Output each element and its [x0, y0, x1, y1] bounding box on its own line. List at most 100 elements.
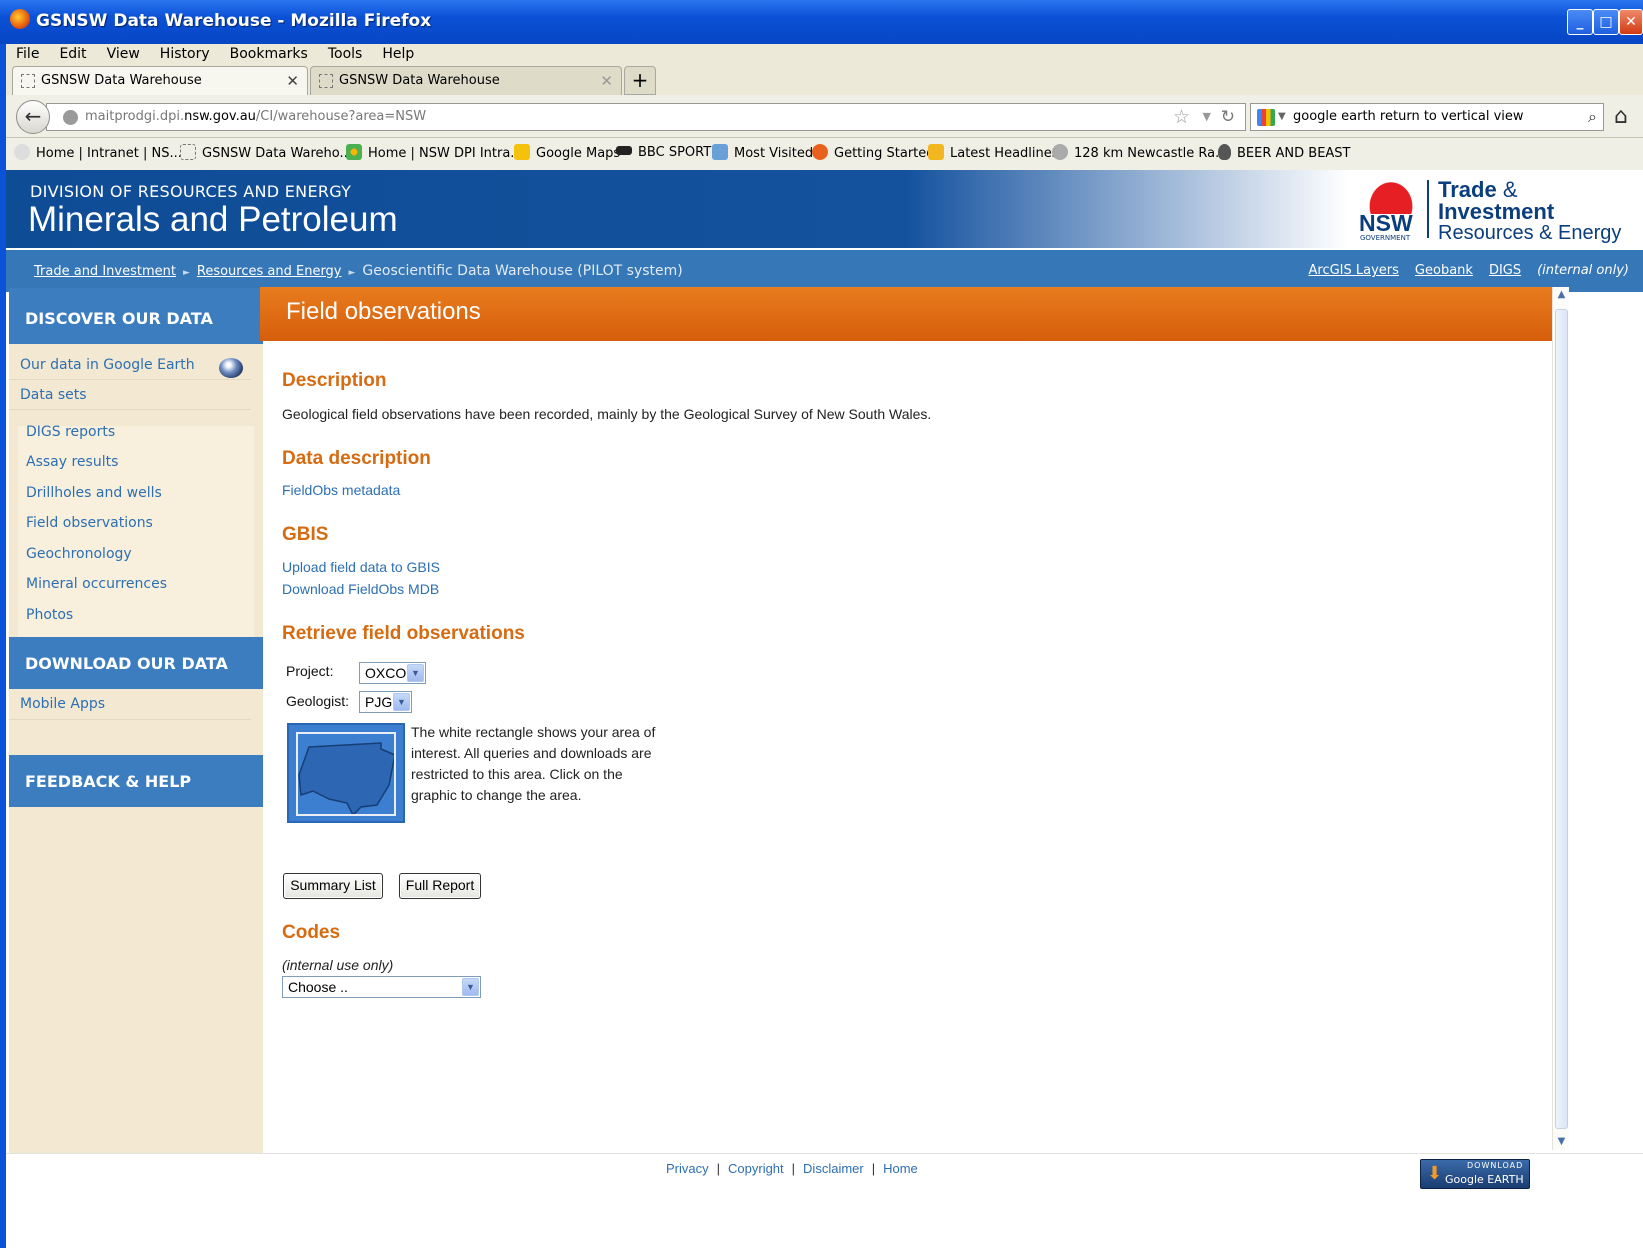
geobank-link[interactable]: Geobank — [1415, 263, 1473, 278]
upload-gbis-link[interactable]: Upload field data to GBIS — [282, 559, 440, 575]
browser-window: GSNSW Data Warehouse - Mozilla Firefox _… — [0, 0, 1643, 1248]
sidebar-item-mobile-apps[interactable]: Mobile Apps — [20, 695, 105, 713]
logo-nsw-text: NSW — [1359, 210, 1413, 236]
breadcrumb-bar: Trade and Investment ► Resources and Energ… — [6, 248, 1643, 292]
reload-icon[interactable]: ↻ — [1221, 104, 1235, 130]
bookmark-label: Getting Started — [834, 146, 935, 161]
tab-gsnsw-2[interactable]: GSNSW Data Warehouse ✕ — [310, 66, 622, 95]
bookmark-icon — [1052, 144, 1068, 160]
bookmark-latest-headlines[interactable]: Latest Headlines — [928, 144, 1059, 163]
project-select[interactable]: OXCO ▼ — [359, 662, 426, 684]
bookmark-home-intranet[interactable]: Home | Intranet | NS... — [14, 144, 182, 163]
disclaimer-link[interactable]: Disclaimer — [803, 1161, 864, 1176]
bookmark-label: Most Visited — [734, 146, 814, 161]
bookmark-newcastle-radar[interactable]: 128 km Newcastle Ra... — [1052, 144, 1227, 163]
google-search-engine-icon[interactable] — [1257, 109, 1275, 126]
vertical-scrollbar[interactable]: ▲ ▼ — [1552, 287, 1569, 1150]
separator: | — [871, 1161, 876, 1176]
bookmark-beer-and-beast[interactable]: BEER AND BEAST — [1218, 144, 1351, 163]
sidebar-item-photos[interactable]: Photos — [26, 606, 73, 624]
codes-heading: Codes — [282, 922, 341, 943]
bookmark-star-icon[interactable]: ☆ — [1173, 104, 1190, 130]
google-earth-icon[interactable] — [219, 358, 243, 378]
summary-list-button[interactable]: Summary List — [283, 873, 383, 899]
logo-resources: Resources & Energy — [1438, 222, 1622, 244]
menu-tools[interactable]: Tools — [318, 44, 373, 64]
search-engine-dropdown-icon[interactable]: ▼ — [1278, 104, 1286, 130]
bookmark-nsw-dpi[interactable]: Home | NSW DPI Intra... — [346, 144, 523, 163]
page-icon — [319, 74, 333, 88]
breadcrumb-current: Geoscientific Data Warehouse (PILOT syst… — [362, 263, 683, 279]
fieldobs-metadata-link[interactable]: FieldObs metadata — [282, 482, 400, 498]
bookmark-icon — [14, 144, 30, 160]
privacy-link[interactable]: Privacy — [666, 1161, 709, 1176]
download-mdb-link[interactable]: Download FieldObs MDB — [282, 581, 439, 597]
new-tab-button[interactable]: + — [624, 66, 656, 95]
close-button[interactable]: ✕ — [1619, 9, 1643, 35]
menu-edit[interactable]: Edit — [49, 44, 96, 64]
geologist-select[interactable]: PJG ▼ — [359, 691, 412, 713]
url-bar[interactable]: maitprodgi.dpi.nsw.gov.au/CI/warehouse?a… — [46, 103, 1246, 131]
scroll-down-icon[interactable]: ▼ — [1554, 1134, 1569, 1150]
menu-file[interactable]: File — [6, 44, 49, 64]
bookmark-gsnsw[interactable]: GSNSW Data Wareho... — [180, 144, 352, 163]
digs-link[interactable]: DIGS — [1489, 263, 1521, 278]
bookmark-google-maps[interactable]: Google Maps — [514, 144, 620, 163]
sidebar-item-drillholes[interactable]: Drillholes and wells — [26, 484, 162, 502]
sidebar-item-mineral-occurrences[interactable]: Mineral occurrences — [26, 575, 167, 593]
badge-bottom-text: Google EARTH — [1445, 1173, 1524, 1186]
bookmark-icon — [180, 144, 196, 160]
copyright-link[interactable]: Copyright — [728, 1161, 784, 1176]
site-title[interactable]: Minerals and Petroleum — [28, 200, 398, 240]
bookmark-most-visited[interactable]: Most Visited — [712, 144, 813, 163]
badge-top-text: DOWNLOAD — [1467, 1161, 1524, 1170]
geologist-select-value: PJG — [365, 694, 393, 710]
maximize-button[interactable]: □ — [1593, 9, 1619, 35]
full-report-button[interactable]: Full Report — [399, 873, 481, 899]
window-title: GSNSW Data Warehouse - Mozilla Firefox — [36, 11, 432, 31]
breadcrumb-separator-icon: ► — [348, 268, 356, 278]
search-bar[interactable]: ▼ google earth return to vertical view ⌕ — [1250, 103, 1604, 131]
feedback-heading[interactable]: FEEDBACK & HELP — [9, 755, 263, 807]
page-title: Field observations — [286, 298, 481, 325]
home-icon[interactable]: ⌂ — [1614, 104, 1628, 129]
description-heading: Description — [282, 370, 387, 391]
breadcrumb: Trade and Investment ► Resources and Energ… — [34, 263, 683, 279]
geologist-label: Geologist: — [286, 693, 350, 709]
sidebar-item-data-sets[interactable]: Data sets — [20, 386, 87, 404]
scrollbar-thumb[interactable] — [1555, 309, 1568, 1129]
breadcrumb-resources[interactable]: Resources and Energy — [197, 264, 342, 279]
sidebar-item-digs-reports[interactable]: DIGS reports — [26, 423, 115, 441]
arcgis-layers-link[interactable]: ArcGIS Layers — [1309, 263, 1399, 278]
close-tab-icon[interactable]: ✕ — [600, 67, 613, 95]
menu-history[interactable]: History — [150, 44, 220, 64]
sidebar-item-google-earth[interactable]: Our data in Google Earth — [20, 356, 195, 374]
area-of-interest-map[interactable] — [287, 723, 405, 823]
separator: | — [791, 1161, 796, 1176]
bookmark-getting-started[interactable]: Getting Started — [812, 144, 935, 163]
chevron-down-icon: ▼ — [462, 978, 479, 996]
breadcrumb-trade[interactable]: Trade and Investment — [34, 264, 176, 279]
gbis-heading: GBIS — [282, 524, 329, 545]
tab-gsnsw-1[interactable]: GSNSW Data Warehouse ✕ — [12, 66, 308, 95]
site-identity-icon[interactable] — [63, 110, 78, 125]
search-input[interactable]: google earth return to vertical view — [1293, 109, 1524, 124]
menu-help[interactable]: Help — [372, 44, 424, 64]
codes-select[interactable]: Choose .. ▼ — [282, 976, 481, 998]
download-google-earth-badge[interactable]: ⬇ DOWNLOAD Google EARTH — [1420, 1159, 1530, 1189]
sidebar-item-geochronology[interactable]: Geochronology — [26, 545, 132, 563]
home-link[interactable]: Home — [883, 1161, 918, 1176]
menu-bookmarks[interactable]: Bookmarks — [220, 44, 318, 64]
menu-view[interactable]: View — [97, 44, 150, 64]
sidebar-item-field-observations[interactable]: Field observations — [26, 514, 153, 532]
scroll-up-icon[interactable]: ▲ — [1554, 287, 1569, 303]
close-tab-icon[interactable]: ✕ — [286, 67, 299, 95]
back-button[interactable]: ← — [16, 100, 50, 134]
url-dropdown-icon[interactable]: ▼ — [1203, 104, 1211, 130]
bookmark-label: Google Maps — [536, 146, 621, 161]
minimize-button[interactable]: _ — [1567, 9, 1593, 35]
sidebar-item-assay-results[interactable]: Assay results — [26, 453, 118, 471]
bookmark-bbc-sport[interactable]: BBC SPORT — [616, 144, 711, 162]
search-icon[interactable]: ⌕ — [1588, 104, 1597, 130]
nsw-government-logo[interactable]: NSW GOVERNMENT — [1358, 176, 1422, 242]
